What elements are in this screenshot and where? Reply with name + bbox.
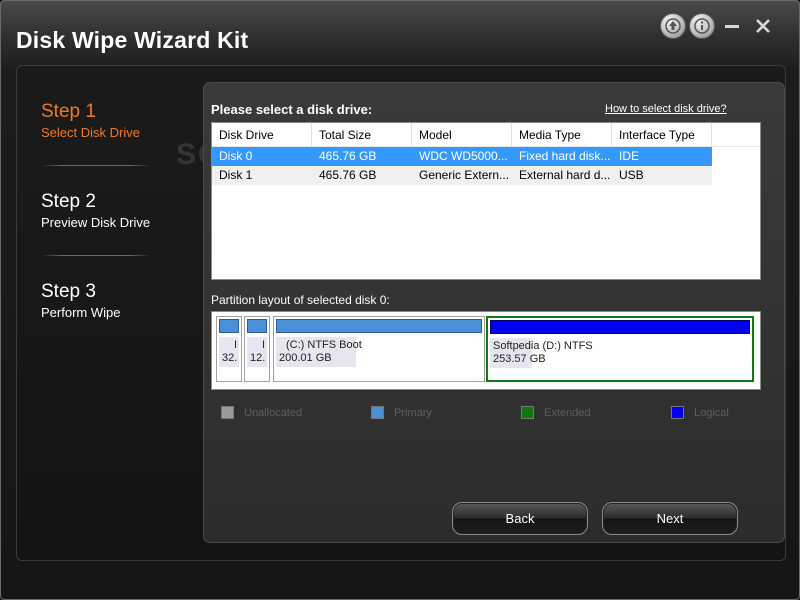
partition-segment[interactable]: I 12.	[244, 316, 270, 382]
logical-swatch-icon	[671, 406, 684, 419]
legend-label: Primary	[394, 406, 432, 419]
table-cell: IDE	[612, 147, 712, 166]
extended-swatch-icon	[521, 406, 534, 419]
step-divider	[41, 165, 151, 166]
primary-swatch-icon	[371, 406, 384, 419]
partition-layout-label: Partition layout of selected disk 0:	[211, 293, 390, 307]
column-header-media-type[interactable]: Media Type	[512, 123, 612, 147]
next-button[interactable]: Next	[602, 502, 738, 535]
partition-info-line: 200.01 GB	[279, 352, 332, 364]
step-1: Step 1 Select Disk Drive	[41, 101, 171, 140]
partition-segment[interactable]: (C:) NTFS Boot 200.01 GB	[273, 316, 485, 382]
partition-segment[interactable]: Softpedia (D:) NTFS 253.57 GB	[486, 316, 754, 382]
partition-info-line: I	[261, 339, 265, 351]
partition-info-line: I	[233, 339, 237, 351]
table-cell: Disk 0	[212, 147, 312, 166]
table-cell: WDC WD5000...	[412, 147, 512, 166]
step-3: Step 3 Perform Wipe	[41, 281, 171, 320]
partition-info-line: 32.	[222, 352, 238, 364]
column-header-disk-drive[interactable]: Disk Drive	[212, 123, 312, 147]
table-cell: Disk 1	[212, 166, 312, 185]
step-divider	[41, 255, 151, 256]
table-cell: 465.76 GB	[312, 166, 412, 185]
info-icon[interactable]	[689, 13, 715, 39]
legend-extended: Extended	[521, 406, 590, 419]
step-3-label: Perform Wipe	[41, 305, 121, 320]
step-1-label: Select Disk Drive	[41, 125, 140, 140]
partition-bar	[276, 319, 482, 333]
page-title: Please select a disk drive:	[211, 102, 373, 117]
column-header-model[interactable]: Model	[412, 123, 512, 147]
help-link[interactable]: How to select disk drive?	[605, 103, 727, 115]
legend-label: Logical	[694, 406, 729, 419]
legend-logical: Logical	[671, 406, 729, 419]
window-title: Disk Wipe Wizard Kit	[16, 27, 249, 53]
partition-segment[interactable]: I 32.	[216, 316, 242, 382]
step-2-label: Preview Disk Drive	[41, 215, 151, 230]
table-cell: 465.76 GB	[312, 147, 412, 166]
partition-info: I 12.	[247, 337, 267, 367]
legend-primary: Primary	[371, 406, 432, 419]
column-header-total-size[interactable]: Total Size	[312, 123, 412, 147]
partition-bar	[219, 319, 239, 333]
step-2: Step 2 Preview Disk Drive	[41, 191, 171, 230]
update-icon[interactable]	[660, 13, 686, 39]
partition-bar	[490, 320, 750, 334]
partition-info-line: Softpedia (D:) NTFS	[493, 340, 593, 352]
table-cell: USB	[612, 166, 712, 185]
partition-bar	[247, 319, 267, 333]
partition-layout: I 32. I 12. (C:) NTFS Boot 200.01 GB Sof…	[211, 311, 761, 390]
partition-info: Softpedia (D:) NTFS 253.57 GB	[490, 338, 593, 368]
step-3-number: Step 3	[41, 281, 96, 302]
close-icon[interactable]	[749, 13, 777, 39]
partition-info-line: 253.57 GB	[493, 353, 546, 365]
table-header: Disk Drive Total Size Model Media Type I…	[212, 123, 760, 147]
column-header-interface-type[interactable]: Interface Type	[612, 123, 712, 147]
table-cell: External hard d...	[512, 166, 612, 185]
back-button[interactable]: Back	[452, 502, 588, 535]
window-controls	[660, 13, 777, 39]
table-row[interactable]: Disk 0 465.76 GB WDC WD5000... Fixed har…	[212, 147, 760, 166]
table-cell: Fixed hard disk...	[512, 147, 612, 166]
unallocated-swatch-icon	[221, 406, 234, 419]
partition-info-line: (C:) NTFS Boot	[286, 339, 362, 351]
app-window: Disk Wipe Wizard Kit Step 1 Select Disk …	[0, 0, 800, 600]
disk-table: Disk Drive Total Size Model Media Type I…	[211, 122, 761, 280]
partition-info-line: 12.	[250, 352, 266, 364]
minimize-icon[interactable]	[718, 13, 746, 39]
legend-unallocated: Unallocated	[221, 406, 302, 419]
legend-label: Unallocated	[244, 406, 303, 419]
partition-info: (C:) NTFS Boot 200.01 GB	[276, 337, 362, 367]
step-2-number: Step 2	[41, 191, 96, 212]
table-row[interactable]: Disk 1 465.76 GB Generic Extern... Exter…	[212, 166, 760, 185]
step-1-number: Step 1	[41, 101, 96, 122]
legend-label: Extended	[544, 406, 591, 419]
partition-info: I 32.	[219, 337, 239, 367]
table-cell: Generic Extern...	[412, 166, 512, 185]
